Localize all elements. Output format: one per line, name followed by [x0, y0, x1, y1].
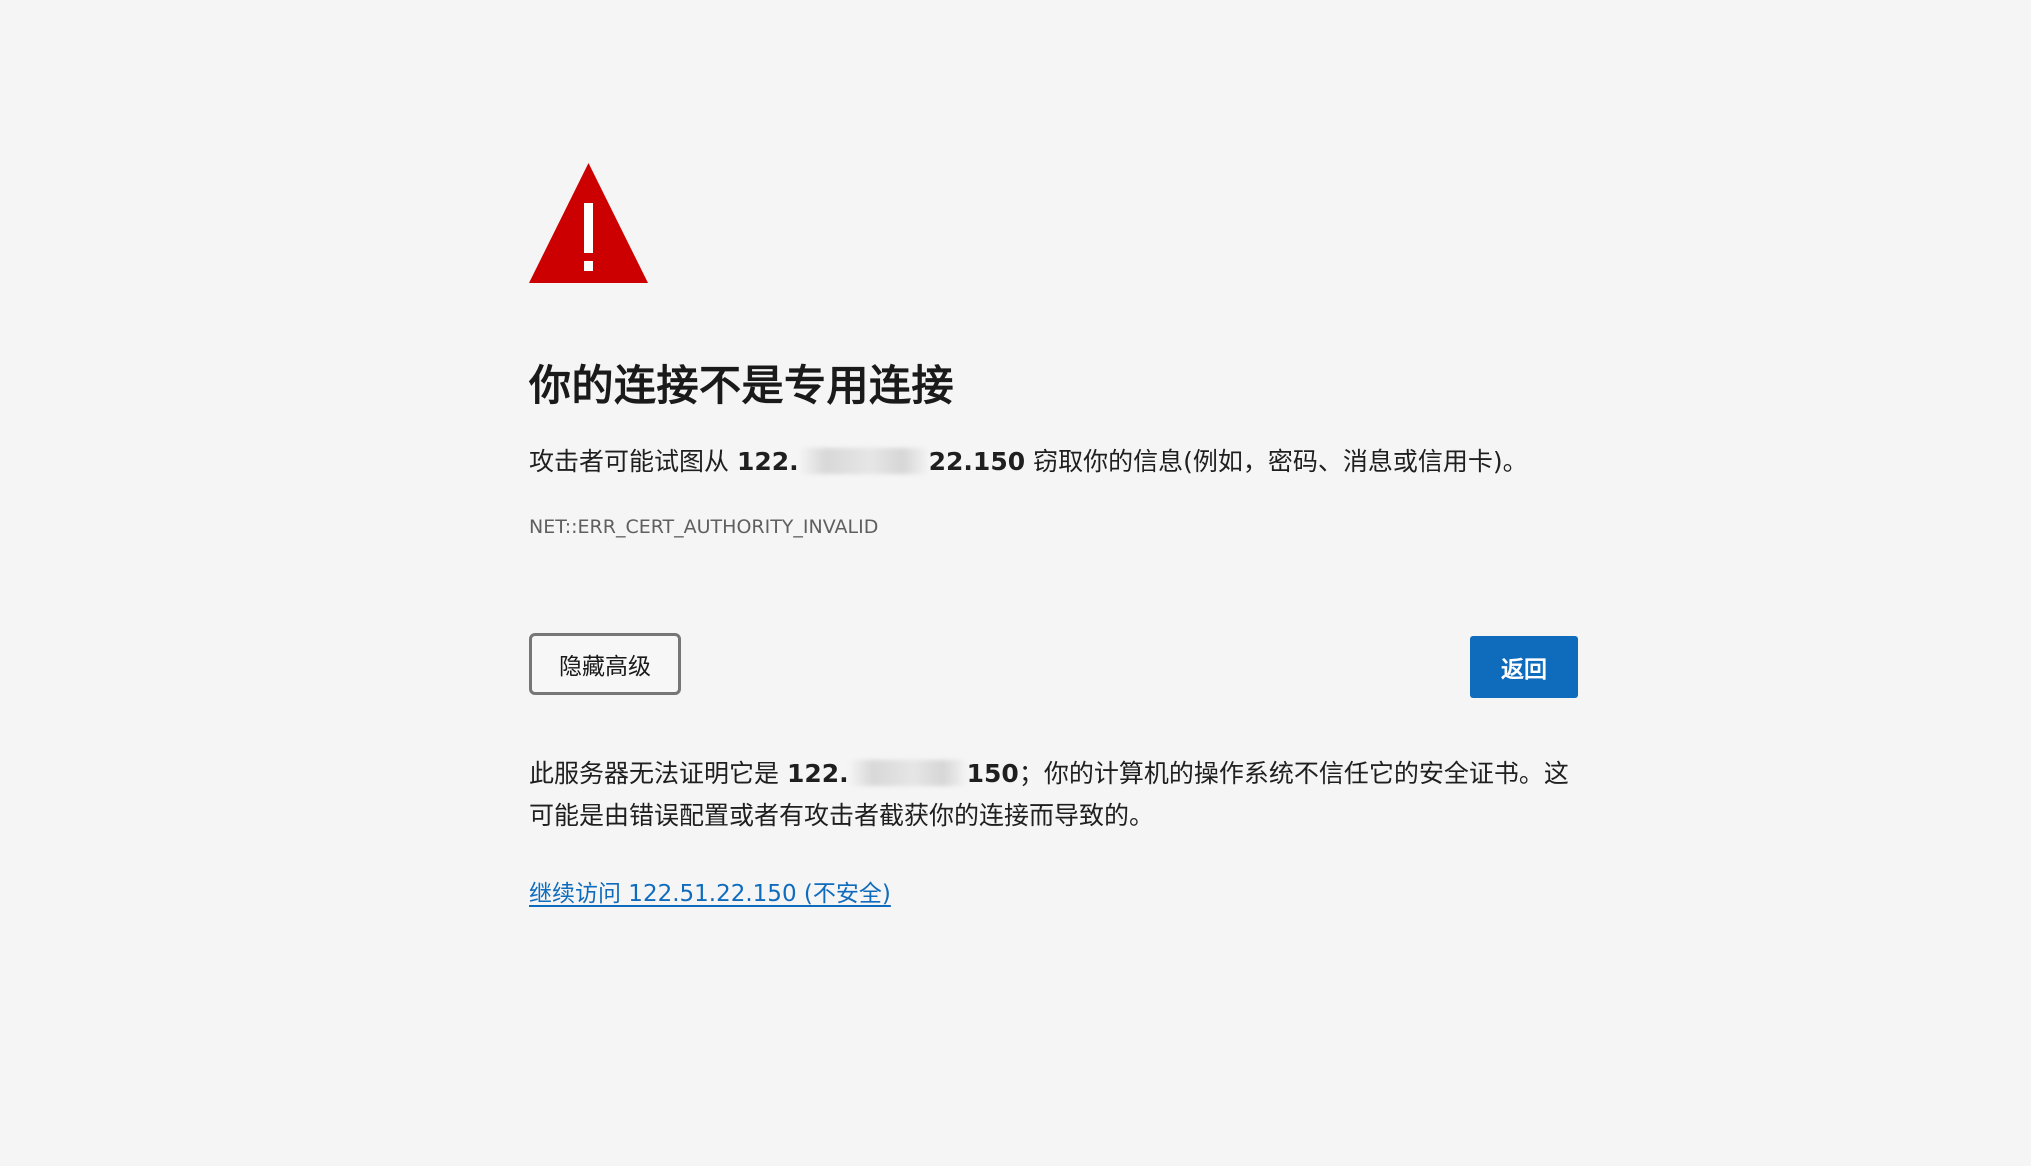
host-start: 122.: [786, 759, 849, 788]
description-suffix: 窃取你的信息(例如，密码、消息或信用卡)。: [1025, 447, 1528, 476]
host-end: 22.150: [928, 447, 1026, 476]
back-button[interactable]: 返回: [1470, 636, 1578, 698]
masked-host: 122. 150: [787, 753, 1019, 795]
ssl-error-page: 你的连接不是专用连接 攻击者可能试图从 122. 22.150 窃取你的信息(例如…: [529, 0, 1579, 1166]
page-title: 你的连接不是专用连接: [529, 361, 955, 410]
detail-prefix: 此服务器无法证明它是: [529, 759, 787, 788]
warning-triangle-icon: [529, 163, 648, 283]
host-start: 122.: [736, 447, 799, 476]
warning-description: 攻击者可能试图从 122. 22.150 窃取你的信息(例如，密码、消息或信用卡)…: [529, 442, 1528, 482]
proceed-unsafe-link[interactable]: 继续访问 122.51.22.150 (不安全): [529, 874, 891, 914]
redacted-area: [798, 448, 929, 474]
masked-host: 122. 22.150: [737, 442, 1025, 482]
hide-advanced-button[interactable]: 隐藏高级: [529, 633, 681, 695]
redacted-area: [848, 760, 967, 786]
advanced-detail-text: 此服务器无法证明它是 122. 150；你的计算机的操作系统不信任它的安全证书。这…: [529, 753, 1579, 837]
host-end: 150: [966, 759, 1019, 788]
error-code: NET::ERR_CERT_AUTHORITY_INVALID: [529, 516, 879, 538]
description-prefix: 攻击者可能试图从: [529, 447, 737, 476]
